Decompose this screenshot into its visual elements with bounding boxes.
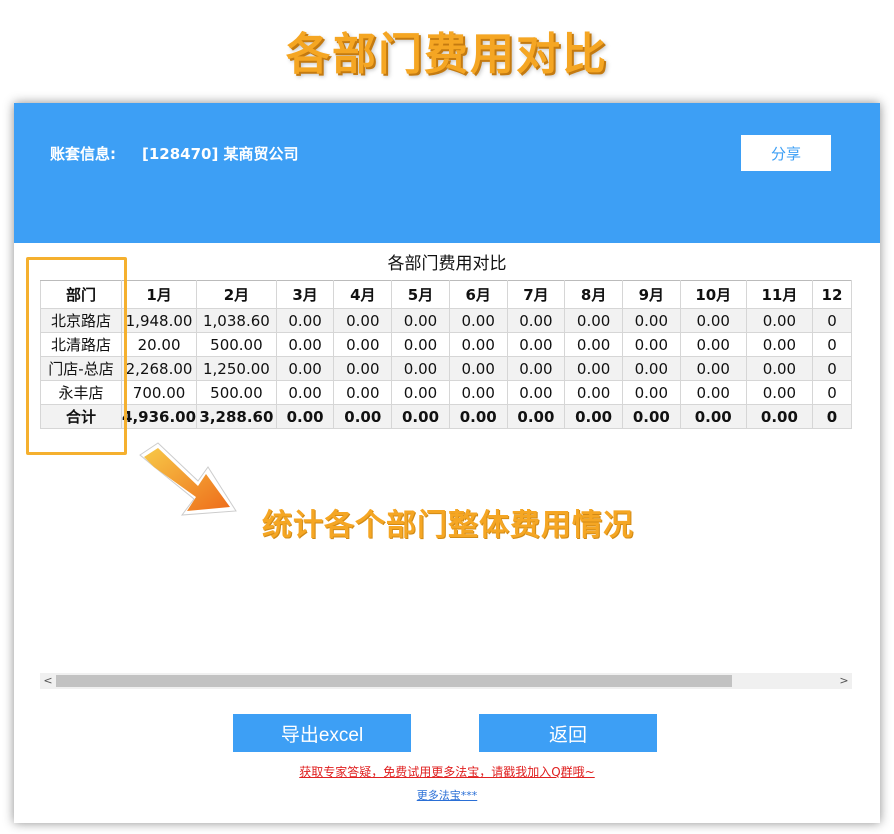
horizontal-scrollbar[interactable]: < >	[40, 673, 852, 689]
amount-cell: 20.00	[121, 332, 198, 357]
annotation-arrow-icon	[139, 442, 237, 516]
total-amount-cell: 4,936.00	[121, 404, 198, 429]
total-amount-cell: 3,288.60	[196, 404, 277, 429]
total-amount-cell: 0.00	[679, 404, 747, 429]
amount-cell: 0.00	[506, 380, 566, 405]
column-header: 6月	[448, 280, 508, 309]
total-amount-cell: 0.00	[391, 404, 450, 429]
column-header: 1月	[121, 280, 198, 309]
total-amount-cell: 0.00	[564, 404, 623, 429]
amount-cell: 0.00	[745, 380, 813, 405]
amount-cell: 500.00	[196, 332, 277, 357]
export-excel-button[interactable]: 导出excel	[233, 714, 411, 752]
amount-cell: 0	[811, 380, 852, 405]
column-header: 12	[811, 280, 852, 309]
amount-cell: 700.00	[121, 380, 198, 405]
department-highlight-box	[26, 257, 127, 455]
amount-cell: 0.00	[333, 332, 393, 357]
total-amount-cell: 0.00	[506, 404, 566, 429]
amount-cell: 1,038.60	[196, 308, 277, 333]
app-window: 账套信息: [128470] 某商贸公司 分享 各部门费用对比 部门 1月 2月 3月…	[14, 103, 880, 823]
table-row: 北京路店 1,948.00 1,038.60 0.00 0.00 0.00 0.00 0.00…	[40, 308, 852, 333]
amount-cell: 0.00	[564, 308, 623, 333]
scroll-left-icon[interactable]: <	[40, 673, 56, 689]
amount-cell: 0.00	[391, 380, 450, 405]
column-header: 10月	[679, 280, 747, 309]
total-amount-cell: 0	[811, 404, 852, 429]
amount-cell: 1,948.00	[121, 308, 198, 333]
column-header: 4月	[333, 280, 393, 309]
total-amount-cell: 0.00	[745, 404, 813, 429]
amount-cell: 0.00	[448, 356, 508, 381]
scrollbar-thumb[interactable]	[56, 675, 732, 687]
account-label: 账套信息:	[50, 145, 116, 163]
total-amount-cell: 0.00	[448, 404, 508, 429]
amount-cell: 0.00	[621, 332, 681, 357]
table-row: 门店-总店 2,268.00 1,250.00 0.00 0.00 0.00 0.00 0.0…	[40, 356, 852, 381]
promo-link[interactable]: 获取专家答疑，免费试用更多法宝，请戳我加入Q群哦~	[14, 763, 880, 780]
amount-cell: 0.00	[506, 356, 566, 381]
amount-cell: 0.00	[679, 332, 747, 357]
amount-cell: 0.00	[745, 332, 813, 357]
column-header: 5月	[391, 280, 450, 309]
more-tools-link[interactable]: 更多法宝***	[14, 787, 880, 803]
account-value: [128470] 某商贸公司	[142, 145, 299, 163]
table-header-row: 部门 1月 2月 3月 4月 5月 6月 7月 8月 9月 10月 11月 12	[40, 280, 852, 309]
amount-cell: 2,268.00	[121, 356, 198, 381]
total-amount-cell: 0.00	[333, 404, 393, 429]
amount-cell: 0.00	[621, 308, 681, 333]
amount-cell: 0.00	[448, 380, 508, 405]
amount-cell: 0	[811, 332, 852, 357]
header-bar: 账套信息: [128470] 某商贸公司 分享	[14, 103, 880, 243]
banner-title: 各部门费用对比	[286, 29, 608, 80]
amount-cell: 500.00	[196, 380, 277, 405]
amount-cell: 0.00	[745, 356, 813, 381]
share-button[interactable]: 分享	[741, 135, 831, 171]
amount-cell: 0.00	[679, 308, 747, 333]
amount-cell: 0.00	[275, 356, 335, 381]
table-row: 永丰店 700.00 500.00 0.00 0.00 0.00 0.00 0.00 0.00 0…	[40, 380, 852, 405]
report-table-viewport[interactable]: 部门 1月 2月 3月 4月 5月 6月 7月 8月 9月 10月 11月 12 北京路店 1,948.0…	[40, 280, 852, 432]
amount-cell: 0.00	[333, 380, 393, 405]
amount-cell: 0.00	[333, 356, 393, 381]
amount-cell: 0.00	[275, 308, 335, 333]
amount-cell: 0	[811, 356, 852, 381]
amount-cell: 0.00	[621, 380, 681, 405]
amount-cell: 0.00	[506, 332, 566, 357]
amount-cell: 0.00	[333, 308, 393, 333]
amount-cell: 0.00	[564, 332, 623, 357]
amount-cell: 0.00	[745, 308, 813, 333]
amount-cell: 0.00	[564, 356, 623, 381]
amount-cell: 0.00	[621, 356, 681, 381]
amount-cell: 0.00	[448, 308, 508, 333]
column-header: 7月	[506, 280, 566, 309]
table-row: 北清路店 20.00 500.00 0.00 0.00 0.00 0.00 0.00 0.00 0…	[40, 332, 852, 357]
column-header: 8月	[564, 280, 623, 309]
annotation-text: 统计各个部门整体费用情况	[262, 508, 634, 543]
amount-cell: 0.00	[679, 356, 747, 381]
total-amount-cell: 0.00	[275, 404, 335, 429]
amount-cell: 0.00	[679, 380, 747, 405]
amount-cell: 0.00	[564, 380, 623, 405]
column-header: 11月	[745, 280, 813, 309]
report-table: 部门 1月 2月 3月 4月 5月 6月 7月 8月 9月 10月 11月 12 北京路店 1,948.0…	[40, 280, 852, 429]
column-header: 9月	[621, 280, 681, 309]
amount-cell: 1,250.00	[196, 356, 277, 381]
amount-cell: 0	[811, 308, 852, 333]
amount-cell: 0.00	[391, 308, 450, 333]
amount-cell: 0.00	[275, 332, 335, 357]
total-amount-cell: 0.00	[621, 404, 681, 429]
report-title: 各部门费用对比	[387, 254, 507, 274]
amount-cell: 0.00	[275, 380, 335, 405]
amount-cell: 0.00	[506, 308, 566, 333]
scroll-right-icon[interactable]: >	[836, 673, 852, 689]
amount-cell: 0.00	[448, 332, 508, 357]
amount-cell: 0.00	[391, 356, 450, 381]
amount-cell: 0.00	[391, 332, 450, 357]
column-header: 3月	[275, 280, 335, 309]
total-row: 合计 4,936.00 3,288.60 0.00 0.00 0.00 0.00 0.00 0.…	[40, 404, 852, 429]
back-button[interactable]: 返回	[479, 714, 657, 752]
column-header: 2月	[196, 280, 277, 309]
